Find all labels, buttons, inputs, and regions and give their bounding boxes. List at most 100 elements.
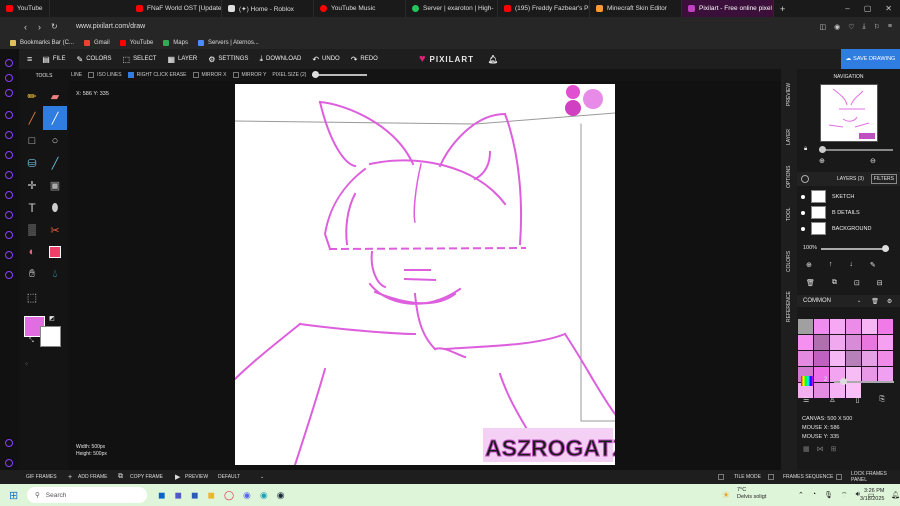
visibility-dot[interactable] [801, 226, 805, 231]
palette-swatch[interactable] [798, 335, 813, 350]
menu-layer[interactable]: ▦ LAYER [167, 55, 197, 64]
sidebar-icon[interactable] [5, 171, 13, 179]
forward-icon[interactable]: › [38, 22, 41, 32]
bell-icon[interactable]: 🔔︎ [891, 491, 900, 499]
brush-size-slider[interactable] [834, 378, 894, 385]
file-icon[interactable]: ▯ [856, 396, 860, 404]
palette-swatch[interactable] [830, 351, 845, 366]
eraser-tool[interactable]: ▰ [45, 86, 65, 106]
sidebar-icon[interactable] [5, 231, 13, 239]
opacity-slider[interactable] [821, 245, 889, 252]
menu-select[interactable]: ⬚ SELECT [123, 55, 157, 64]
slider-handle[interactable] [312, 71, 320, 78]
pattern-tool[interactable]: ▒ [22, 220, 42, 240]
shade-tool[interactable]: ◐ [22, 242, 42, 262]
bookmark-youtube[interactable]: YouTube [119, 39, 153, 46]
sidebar-icon[interactable] [5, 59, 13, 67]
swap-colors-icon[interactable]: ⤡ [29, 338, 34, 345]
smudge-tool[interactable]: ✂ [45, 220, 65, 240]
weather-icon[interactable]: ☀ [722, 490, 730, 501]
palette-swatch[interactable] [862, 351, 877, 366]
palette-swatch[interactable] [878, 319, 893, 334]
tab-minecraft-skin[interactable]: Minecraft Skin Editor [590, 0, 682, 17]
export-icon[interactable]: ⎘ [879, 396, 885, 404]
add-frame-icon[interactable]: + [68, 474, 72, 481]
back-icon[interactable]: ‹ [24, 22, 27, 32]
slider-handle[interactable] [819, 146, 826, 153]
tab-reference[interactable]: REFERENCE [781, 284, 797, 329]
sidebar-icon[interactable] [5, 89, 13, 97]
layer-options-icon[interactable]: ⊟ [877, 279, 883, 287]
text-tool[interactable]: T [22, 198, 42, 218]
share-icon[interactable]: ⋈ [817, 445, 824, 453]
delete-palette-icon[interactable]: 🗑︎ [871, 298, 879, 305]
visibility-dot[interactable] [801, 210, 805, 215]
sidebar-icon[interactable] [5, 74, 13, 82]
stamp-tool[interactable]: ⬮ [45, 198, 65, 218]
frames-sequence-checkbox[interactable] [768, 474, 774, 480]
iso-lines-checkbox[interactable] [88, 72, 95, 78]
tab-pixilart[interactable]: Pixilart - Free online pixel [682, 0, 774, 17]
close-icon[interactable]: ✕ [885, 4, 892, 13]
tiles-icon[interactable]: ⊞ [831, 445, 837, 453]
palette-swatch[interactable] [846, 367, 861, 382]
palette-swatch[interactable] [862, 319, 877, 334]
tab-fnaf[interactable]: FNaF World OST [Update [130, 0, 222, 17]
palette-gear-icon[interactable]: ⚙ [887, 298, 892, 305]
grid-icon[interactable]: ▦ [803, 445, 810, 453]
mic-icon[interactable]: 🎙︎ [824, 491, 833, 500]
list-icon[interactable]: ☰ [803, 396, 809, 404]
palette-swatch[interactable] [814, 319, 829, 334]
frame-speed-select[interactable]: DEFAULT [218, 474, 240, 480]
sidebar-icon[interactable] [5, 459, 13, 467]
tab-preview[interactable]: PREVIEW [781, 71, 797, 117]
layer-row-background[interactable]: BACKGROUND [797, 221, 900, 236]
screenshot-icon[interactable]: ◫ [820, 23, 827, 31]
palette-swatch[interactable] [878, 367, 893, 382]
bookmark-maps[interactable]: Maps [163, 39, 188, 46]
ellipse-tool[interactable]: ○ [45, 131, 65, 151]
rectangle-tool[interactable]: □ [22, 131, 42, 151]
network-icon[interactable]: ◔ [812, 491, 816, 500]
outlook-icon[interactable]: ◼ [158, 490, 165, 501]
color-picker-icon[interactable] [801, 376, 813, 386]
more-tools-icon[interactable]: ⁘ [24, 361, 29, 368]
new-tab-button[interactable]: + [774, 0, 794, 17]
tab-roblox[interactable]: (✦) Home - Roblox [222, 0, 314, 17]
dither-tool[interactable]: ▣ [45, 175, 65, 195]
add-layer-icon[interactable]: ⊕ [806, 261, 812, 269]
wifi-icon[interactable]: ⌔ [841, 491, 848, 500]
maximize-icon[interactable]: ▢ [864, 4, 872, 13]
sidebar-icon[interactable] [5, 211, 13, 219]
blur-tool[interactable]: 💧︎ [45, 264, 65, 284]
sidebar-icon[interactable] [5, 191, 13, 199]
minimize-icon[interactable]: – [845, 4, 849, 13]
sidebar-icon[interactable] [5, 111, 13, 119]
tab-colors[interactable]: COLORS [781, 245, 797, 277]
edge-icon[interactable]: ◉ [260, 490, 268, 501]
pencil-tool[interactable]: ✏ [22, 86, 42, 106]
merge-icon[interactable]: ⊡ [854, 279, 860, 287]
palette-swatch[interactable] [814, 351, 829, 366]
windows-start-icon[interactable]: ⊞ [9, 489, 18, 502]
play-icon[interactable]: ▶ [175, 473, 180, 481]
palette-swatch[interactable] [862, 335, 877, 350]
zoom-out-icon[interactable]: ⊖ [870, 157, 876, 165]
duplicate-icon[interactable]: ⧉ [832, 279, 837, 287]
tab-exaroton[interactable]: Server | exaroton | High- [406, 0, 498, 17]
tab-tool[interactable]: TOOL [781, 199, 797, 229]
secondary-color-swatch[interactable] [40, 326, 61, 347]
move-down-icon[interactable]: ↓ [849, 261, 853, 269]
copy-frame-button[interactable]: COPY FRAME [130, 474, 163, 480]
palette-swatch[interactable] [846, 351, 861, 366]
gif-frames-label[interactable]: GIF FRAMES [26, 474, 57, 480]
pixilart-logo[interactable]: ♥ PIXILART 🔔︎ [419, 53, 499, 65]
zoom-in-icon[interactable]: ⊕ [819, 157, 825, 165]
menu-redo[interactable]: ↷ REDO [351, 55, 378, 64]
tab-youtube[interactable]: YouTube [0, 0, 50, 17]
palette-swatch[interactable] [862, 367, 877, 382]
dropper-tool[interactable]: ╱ [45, 153, 65, 173]
crop-tool[interactable]: ⬚ [22, 287, 42, 307]
sidebar-icon[interactable] [5, 251, 13, 259]
clock[interactable]: 3:26 PM 3/18/2025 [860, 487, 884, 503]
